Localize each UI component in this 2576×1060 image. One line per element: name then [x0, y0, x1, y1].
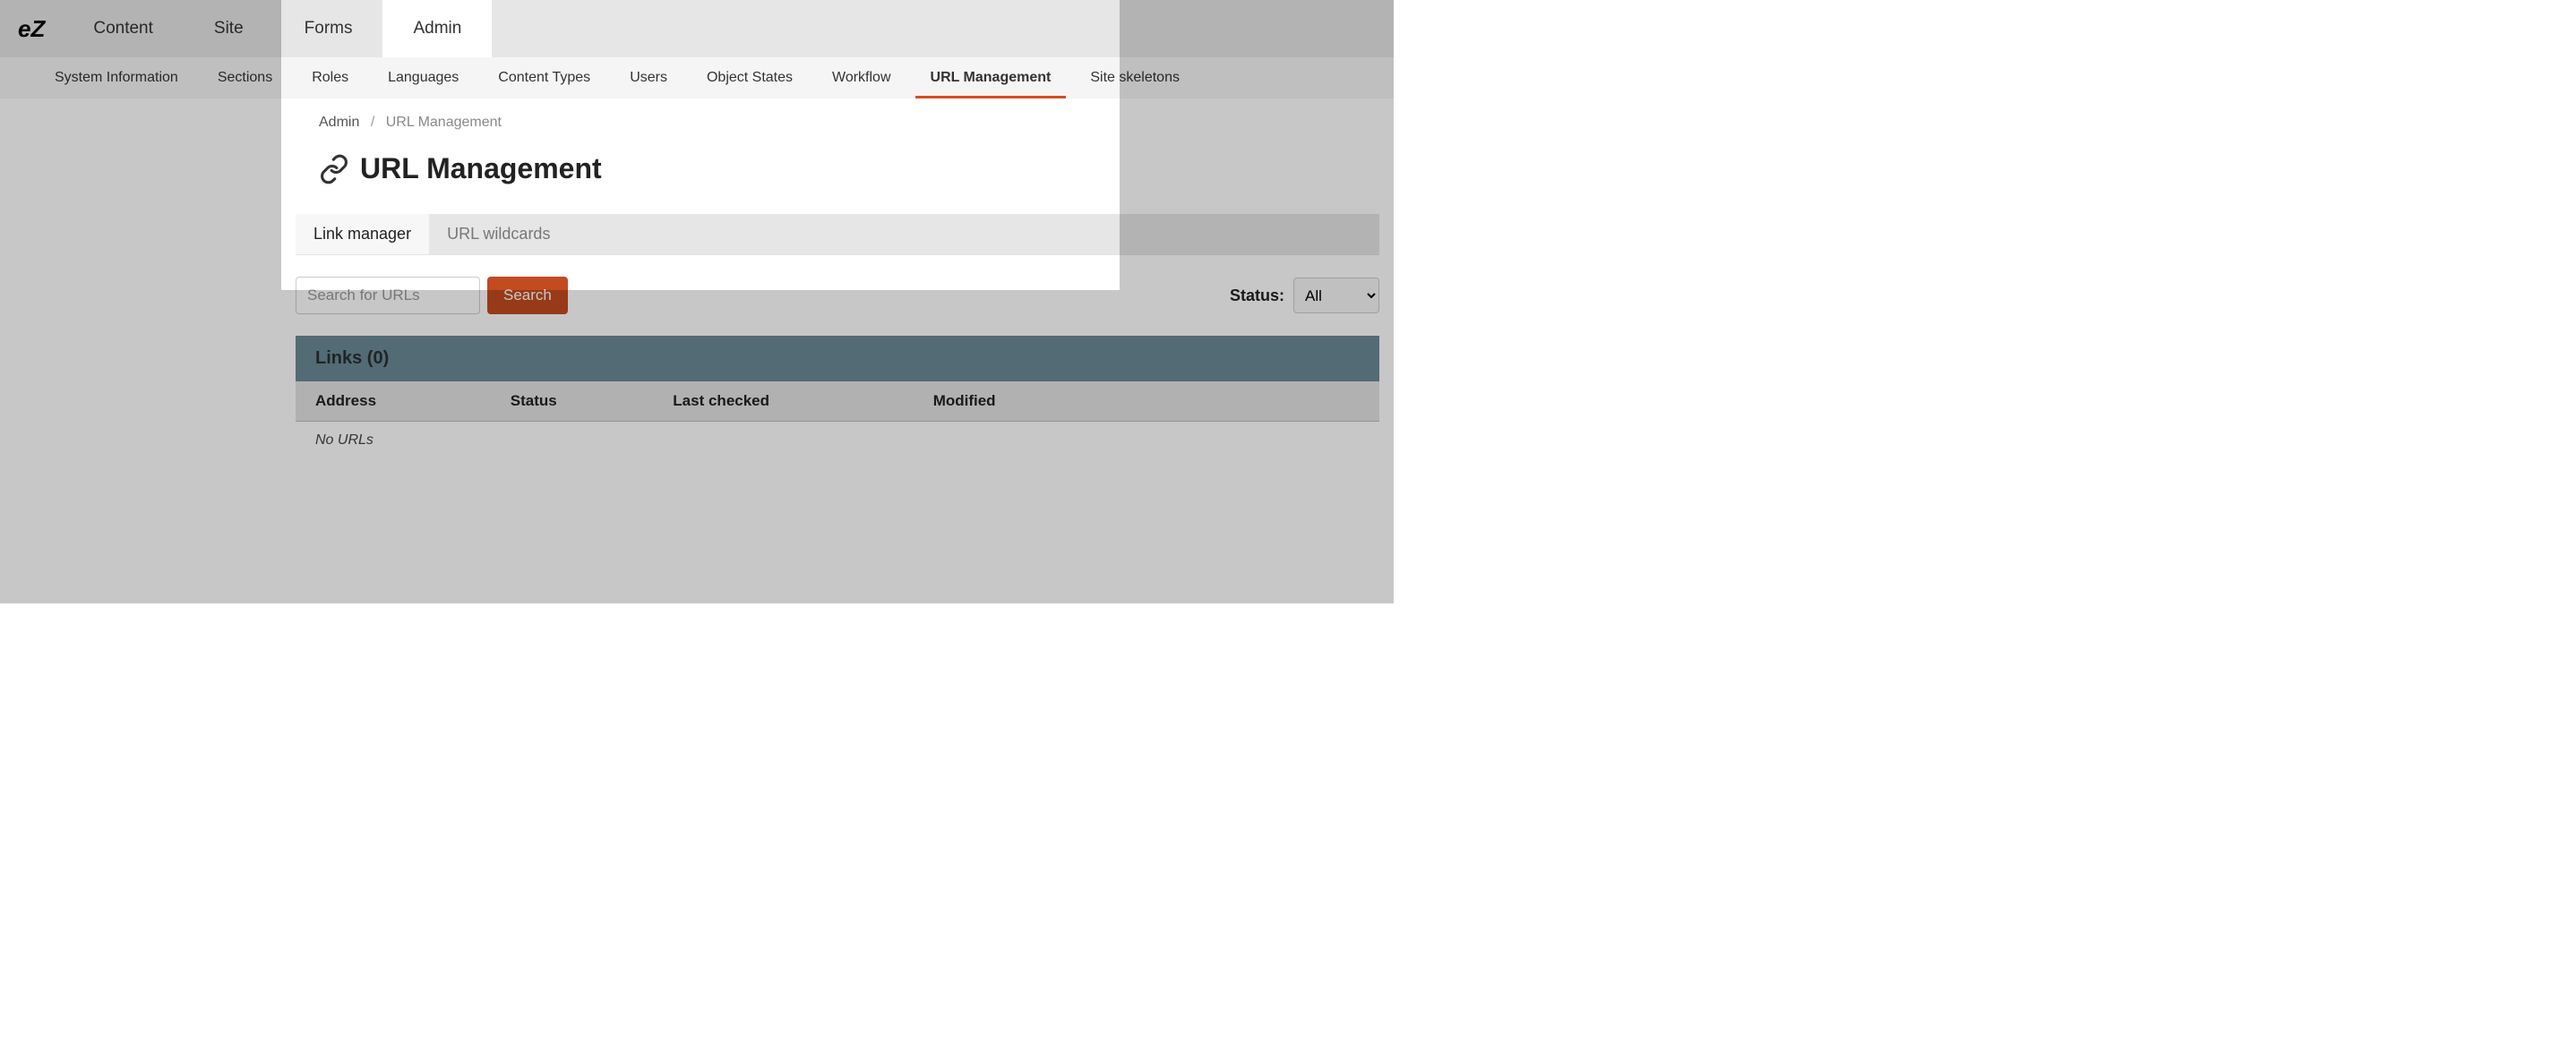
subnav-sections[interactable]: Sections: [202, 57, 288, 98]
table-title: Links (0): [296, 336, 1379, 381]
nav-admin[interactable]: Admin: [382, 0, 492, 57]
subnav-site-skeletons[interactable]: Site skeletons: [1075, 57, 1195, 98]
search-input[interactable]: [296, 277, 480, 314]
main-content: Admin / URL Management URL Management Li…: [296, 98, 1379, 459]
subnav-workflow[interactable]: Workflow: [817, 57, 906, 98]
breadcrumb-current: URL Management: [386, 115, 502, 130]
page-title-row: URL Management: [319, 152, 1379, 185]
nav-content[interactable]: Content: [63, 0, 184, 57]
col-status: Status: [491, 381, 654, 422]
status-label: Status:: [1230, 286, 1284, 305]
search-button[interactable]: Search: [487, 277, 568, 314]
col-modified: Modified: [914, 381, 1379, 422]
empty-text: No URLs: [296, 422, 1379, 460]
tab-url-wildcards[interactable]: URL wildcards: [429, 214, 568, 254]
table-row-empty: No URLs: [296, 422, 1379, 460]
col-address: Address: [296, 381, 491, 422]
search-row: Search Status: All: [296, 255, 1379, 336]
breadcrumb-root[interactable]: Admin: [319, 115, 359, 130]
logo: eZ: [0, 0, 63, 57]
subnav-object-states[interactable]: Object States: [691, 57, 808, 98]
subnav-url-management[interactable]: URL Management: [915, 57, 1067, 98]
col-last-checked: Last checked: [653, 381, 913, 422]
tab-link-manager[interactable]: Link manager: [296, 214, 429, 254]
links-table: Address Status Last checked Modified No …: [296, 381, 1379, 459]
breadcrumb: Admin / URL Management: [319, 115, 1379, 131]
secondary-nav: System Information Sections Roles Langua…: [0, 57, 1394, 98]
primary-nav: eZ Content Site Forms Admin: [0, 0, 1394, 57]
breadcrumb-separator: /: [371, 115, 374, 130]
nav-site[interactable]: Site: [184, 0, 274, 57]
status-select[interactable]: All: [1293, 278, 1379, 313]
subnav-content-types[interactable]: Content Types: [483, 57, 605, 98]
subtabs: Link manager URL wildcards: [296, 214, 1379, 255]
page-title: URL Management: [360, 152, 602, 185]
status-filter: Status: All: [1230, 278, 1379, 313]
link-icon: [319, 154, 349, 184]
subnav-users[interactable]: Users: [614, 57, 683, 98]
subnav-system-information[interactable]: System Information: [39, 57, 193, 98]
subnav-languages[interactable]: Languages: [373, 57, 474, 98]
nav-forms[interactable]: Forms: [274, 0, 383, 57]
subnav-roles[interactable]: Roles: [296, 57, 364, 98]
